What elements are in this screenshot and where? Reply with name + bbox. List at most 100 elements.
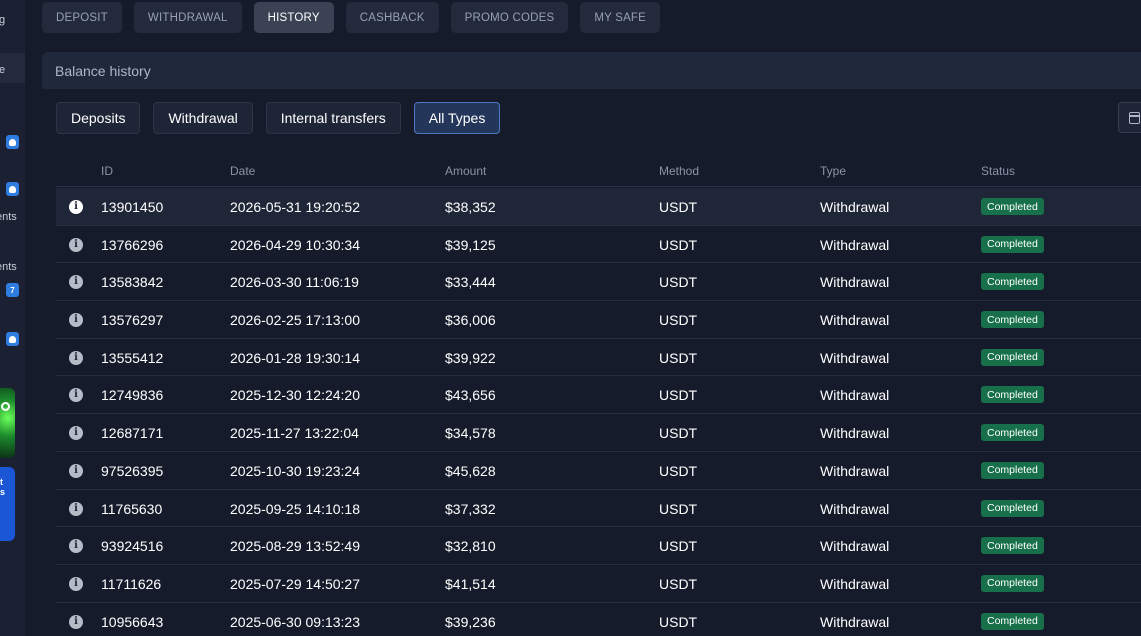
sidebar-fragment[interactable]: ents xyxy=(0,211,17,223)
promo-banner-blue[interactable]: t s xyxy=(0,467,15,541)
info-icon[interactable] xyxy=(69,463,83,478)
cell-id: 13583842 xyxy=(101,274,164,291)
status-badge: Completed xyxy=(981,424,1044,442)
cell-amount: $36,006 xyxy=(445,312,496,329)
cell-type: Withdrawal xyxy=(820,236,890,253)
cell-amount: $38,352 xyxy=(445,199,496,215)
cell-date: 2025-12-30 12:24:20 xyxy=(230,387,360,404)
status-badge: Completed xyxy=(981,198,1044,215)
cell-id: 93924516 xyxy=(101,538,164,555)
cell-method: USDT xyxy=(659,575,698,592)
filter-all-types-button[interactable]: All Types xyxy=(413,102,501,134)
cell-id: 10956643 xyxy=(101,613,164,630)
cell-type: Withdrawal xyxy=(820,274,890,291)
tab-cashback[interactable]: CASHBACK xyxy=(345,2,439,33)
info-icon[interactable] xyxy=(69,237,83,252)
cell-date: 2026-03-30 11:06:19 xyxy=(230,274,359,291)
table-row[interactable]: 13555412 2026-01-28 19:30:14 $39,922 USDT Wi… xyxy=(56,339,1141,377)
column-header-method[interactable]: Method xyxy=(659,164,699,178)
cell-type: Withdrawal xyxy=(820,312,890,329)
ring-icon xyxy=(1,402,10,411)
cell-amount: $41,514 xyxy=(445,575,496,592)
sidebar: g e t ents ents 7 t s xyxy=(0,0,25,636)
cell-date: 2025-11-27 13:22:04 xyxy=(230,425,359,442)
table-row[interactable]: 97526395 2025-10-30 19:23:24 $45,628 USDT Wi… xyxy=(56,452,1141,490)
table-header: ID Date Amount Method Type Status xyxy=(56,159,1141,187)
promo-banner-green[interactable] xyxy=(0,388,15,458)
cell-type: Withdrawal xyxy=(820,575,890,592)
cell-amount: $39,922 xyxy=(445,349,496,366)
info-icon[interactable] xyxy=(69,576,83,591)
table-row[interactable]: 12687171 2025-11-27 13:22:04 $34,578 USDT Wi… xyxy=(56,414,1141,452)
cell-amount: $32,810 xyxy=(445,538,496,555)
cell-type: Withdrawal xyxy=(820,613,890,630)
table-row[interactable]: 13901450 2026-05-31 19:20:52 $38,352 USDT Wi… xyxy=(56,188,1141,226)
status-badge: Completed xyxy=(981,499,1044,517)
cell-date: 2026-04-29 10:30:34 xyxy=(230,236,360,253)
cell-id: 13901450 xyxy=(101,199,164,215)
cell-amount: $34,578 xyxy=(445,425,496,442)
cell-amount: $39,125 xyxy=(445,236,496,253)
cell-method: USDT xyxy=(659,312,698,329)
cell-type: Withdrawal xyxy=(820,387,890,404)
column-header-date[interactable]: Date xyxy=(230,164,255,178)
tab-deposit[interactable]: DEPOSIT xyxy=(42,2,122,33)
cell-id: 13555412 xyxy=(101,349,164,366)
cell-method: USDT xyxy=(659,349,698,366)
info-icon[interactable] xyxy=(69,388,83,403)
tab-promo-codes[interactable]: PROMO CODES xyxy=(450,2,569,33)
status-badge: Completed xyxy=(981,273,1044,291)
status-badge: Completed xyxy=(981,235,1044,253)
cell-date: 2025-10-30 19:23:24 xyxy=(230,462,360,479)
table-row[interactable]: 93924516 2025-08-29 13:52:49 $32,810 USDT Wi… xyxy=(56,527,1141,565)
info-icon[interactable] xyxy=(69,275,83,290)
wallet-tabs: DEPOSIT WITHDRAWAL HISTORY CASHBACK PROM… xyxy=(42,2,661,33)
bell-icon xyxy=(6,332,19,346)
info-icon[interactable] xyxy=(69,200,83,214)
cell-date: 2026-01-28 19:30:14 xyxy=(230,349,360,366)
date-filter-button[interactable] xyxy=(1118,102,1141,133)
table-row[interactable]: 13583842 2026-03-30 11:06:19 $33,444 USDT Wi… xyxy=(56,263,1141,302)
calendar-icon xyxy=(1129,112,1140,124)
sidebar-fragment[interactable]: g xyxy=(0,14,5,26)
table-row[interactable]: 13576297 2026-02-25 17:13:00 $36,006 USDT Wi… xyxy=(56,301,1141,339)
cell-type: Withdrawal xyxy=(820,199,890,215)
cell-date: 2025-09-25 14:10:18 xyxy=(230,500,360,517)
table-row[interactable]: 10956643 2025-06-30 09:13:23 $39,236 USDT Wi… xyxy=(56,603,1141,636)
info-icon[interactable] xyxy=(69,614,83,629)
table-row[interactable]: 13766296 2026-04-29 10:30:34 $39,125 USDT Wi… xyxy=(56,226,1141,264)
status-badge: Completed xyxy=(981,537,1044,555)
table-row[interactable]: 11711626 2025-07-29 14:50:27 $41,514 USDT Wi… xyxy=(56,565,1141,603)
sidebar-fragment[interactable]: e xyxy=(0,64,5,76)
filter-deposits-button[interactable]: Deposits xyxy=(56,102,141,134)
cell-amount: $37,332 xyxy=(445,500,496,517)
cell-type: Withdrawal xyxy=(820,462,890,479)
cell-date: 2026-02-25 17:13:00 xyxy=(230,312,360,329)
info-icon[interactable] xyxy=(69,501,83,516)
cell-id: 12749836 xyxy=(101,387,164,404)
info-icon[interactable] xyxy=(69,313,83,328)
table-row[interactable]: 12749836 2025-12-30 12:24:20 $43,656 USDT Wi… xyxy=(56,376,1141,415)
cell-id: 11711626 xyxy=(101,575,162,592)
status-badge: Completed xyxy=(981,461,1044,479)
cell-method: USDT xyxy=(659,500,698,517)
sidebar-fragment[interactable]: ents xyxy=(0,261,17,273)
cell-type: Withdrawal xyxy=(820,349,890,366)
promo-banner-text: t s xyxy=(0,477,6,497)
filter-internal-transfers-button[interactable]: Internal transfers xyxy=(265,102,401,134)
column-header-id[interactable]: ID xyxy=(101,164,113,178)
column-header-type[interactable]: Type xyxy=(820,164,846,178)
tab-withdrawal[interactable]: WITHDRAWAL xyxy=(133,2,242,33)
tab-history[interactable]: HISTORY xyxy=(253,2,334,33)
column-header-amount[interactable]: Amount xyxy=(445,164,486,178)
tab-my-safe[interactable]: MY SAFE xyxy=(580,2,661,33)
info-icon[interactable] xyxy=(69,539,83,554)
filter-withdrawal-button[interactable]: Withdrawal xyxy=(153,102,253,134)
cell-type: Withdrawal xyxy=(820,425,890,442)
column-header-status[interactable]: Status xyxy=(981,164,1015,178)
status-badge: Completed xyxy=(981,574,1044,592)
cell-id: 97526395 xyxy=(101,462,164,479)
table-row[interactable]: 11765630 2025-09-25 14:10:18 $37,332 USDT Wi… xyxy=(56,490,1141,528)
info-icon[interactable] xyxy=(69,350,83,365)
info-icon[interactable] xyxy=(69,426,83,441)
